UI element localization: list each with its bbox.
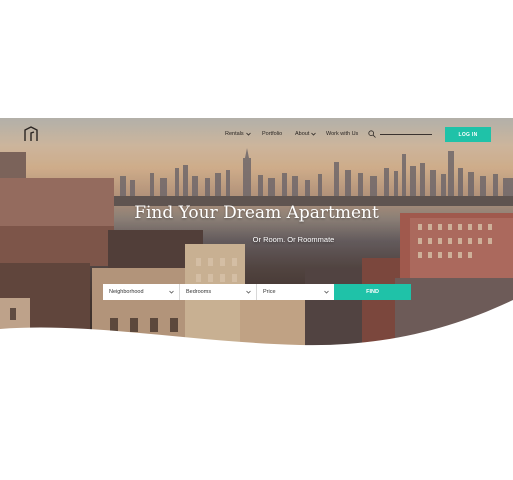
price-label: Price <box>263 289 276 295</box>
hero-title: Find Your Dream Apartment <box>134 203 379 223</box>
chevron-down-icon <box>324 290 329 294</box>
nav-item-about[interactable]: About <box>295 131 317 137</box>
search-input[interactable] <box>380 134 432 135</box>
chevron-down-icon <box>311 132 317 136</box>
find-button[interactable]: FIND <box>334 284 411 300</box>
nav-item-portfolio[interactable]: Portfolio <box>262 131 282 137</box>
top-navigation: Rentals Portfolio About Work with Us <box>0 131 513 143</box>
search-icon[interactable] <box>368 130 376 138</box>
neighborhood-select[interactable]: Neighborhood <box>103 284 180 300</box>
bedrooms-select[interactable]: Bedrooms <box>180 284 257 300</box>
nav-item-rentals[interactable]: Rentals <box>225 131 251 137</box>
nav-label-work-with-us: Work with Us <box>326 131 359 137</box>
chevron-down-icon <box>246 290 251 294</box>
nav-label-portfolio: Portfolio <box>262 131 283 137</box>
hero-subtitle-wrap: Or Room. Or Roommate <box>0 235 513 244</box>
apartment-search-bar: Neighborhood Bedrooms Price FIND <box>103 284 411 300</box>
nav-label-rentals: Rentals <box>225 131 244 137</box>
nav-item-work-with-us[interactable]: Work with Us <box>326 131 358 137</box>
hero-subtitle: Or Room. Or Roommate <box>252 235 335 244</box>
nav-label-about: About <box>295 131 310 137</box>
price-select[interactable]: Price <box>257 284 334 300</box>
bedrooms-label: Bedrooms <box>186 289 212 295</box>
neighborhood-label: Neighborhood <box>109 289 144 295</box>
login-button[interactable]: LOG IN <box>445 127 491 142</box>
hero-bottom-curve <box>0 300 513 350</box>
chevron-down-icon <box>245 132 251 136</box>
chevron-down-icon <box>169 290 174 294</box>
